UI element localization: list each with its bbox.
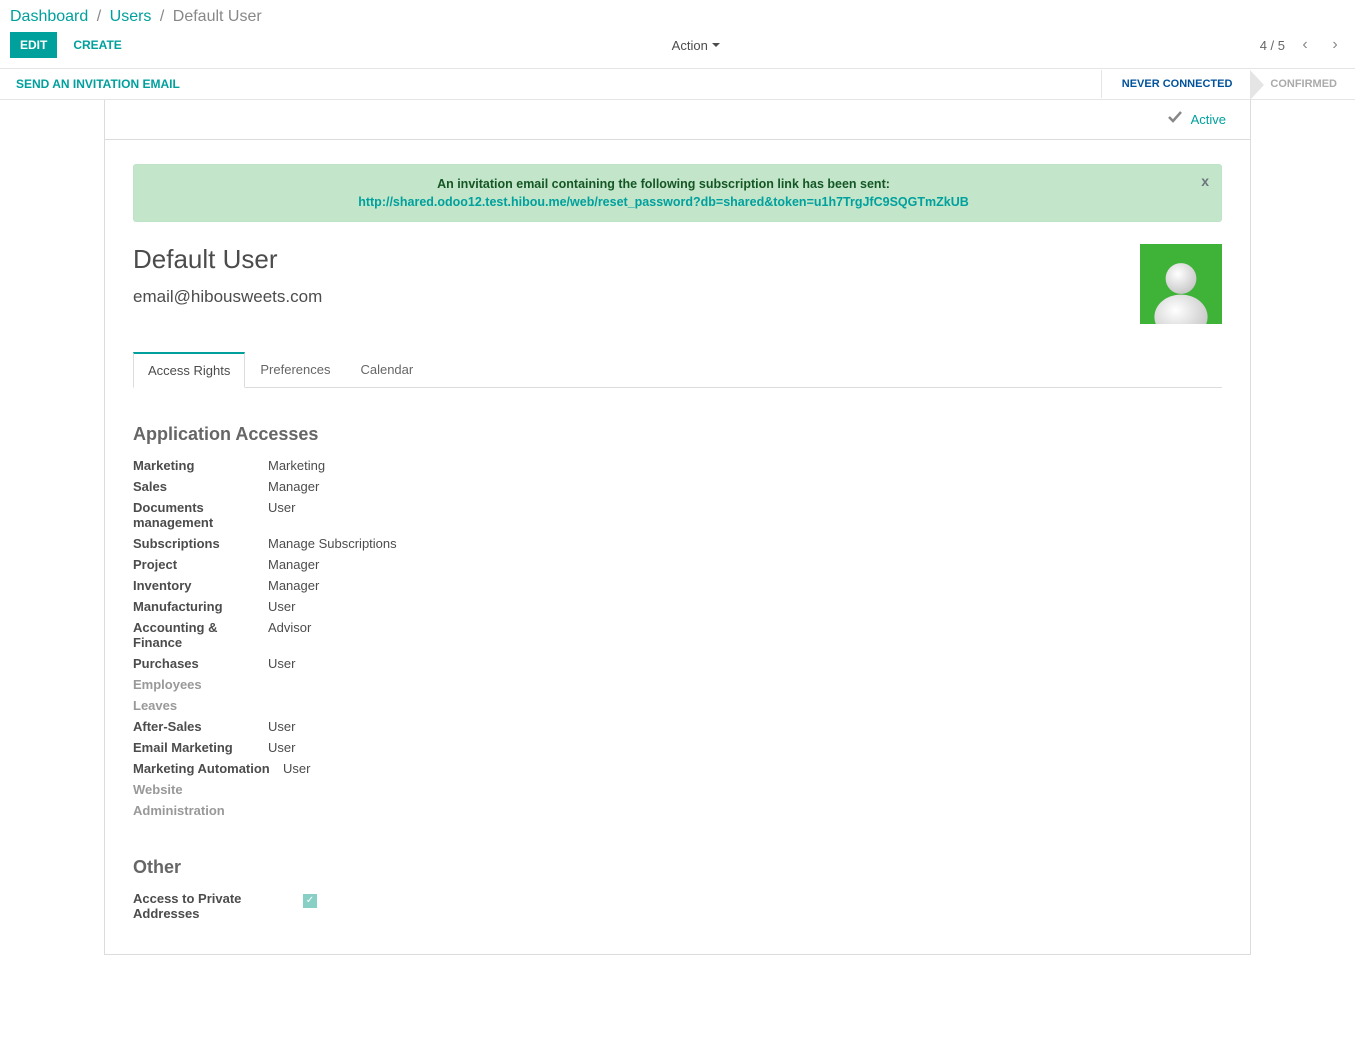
active-label: Active (1191, 112, 1226, 127)
invitation-link[interactable]: http://shared.odoo12.test.hibou.me/web/r… (146, 195, 1181, 209)
check-icon (1167, 110, 1183, 129)
breadcrumb-sep: / (97, 8, 101, 25)
label-documents: Documents management (133, 500, 268, 530)
value-sales: Manager (268, 479, 319, 494)
label-email-marketing: Email Marketing (133, 740, 268, 755)
action-label: Action (672, 38, 708, 53)
value-subscriptions: Manage Subscriptions (268, 536, 397, 551)
user-email: email@hibousweets.com (133, 287, 322, 307)
breadcrumb-sep: / (160, 8, 164, 25)
breadcrumb-dashboard[interactable]: Dashboard (10, 8, 88, 25)
value-inventory: Manager (268, 578, 319, 593)
user-name: Default User (133, 244, 322, 275)
section-app-accesses: Application Accesses (133, 424, 1222, 445)
breadcrumb-users[interactable]: Users (110, 8, 152, 25)
form-sheet: Active An invitation email containing th… (104, 100, 1251, 955)
status-confirmed[interactable]: Confirmed (1250, 70, 1355, 98)
pager-text: 4 / 5 (1260, 38, 1285, 53)
action-dropdown[interactable]: Action (672, 38, 720, 53)
avatar[interactable] (1140, 244, 1222, 324)
label-website: Website (133, 782, 268, 797)
tab-calendar[interactable]: Calendar (345, 352, 428, 388)
caret-down-icon (712, 43, 720, 47)
label-administration: Administration (133, 803, 268, 818)
value-aftersales: User (268, 719, 295, 734)
label-marketing: Marketing (133, 458, 268, 473)
tabs: Access Rights Preferences Calendar (133, 352, 1222, 388)
pager-next-button[interactable]: › (1325, 36, 1345, 54)
label-manufacturing: Manufacturing (133, 599, 268, 614)
value-manufacturing: User (268, 599, 295, 614)
value-accounting: Advisor (268, 620, 311, 650)
label-private-addresses: Access to Private Addresses (133, 891, 303, 921)
value-purchases: User (268, 656, 295, 671)
label-purchases: Purchases (133, 656, 268, 671)
breadcrumb-current: Default User (173, 8, 262, 25)
send-invitation-button[interactable]: Send an Invitation Email (16, 69, 180, 99)
invitation-alert: An invitation email containing the follo… (133, 164, 1222, 222)
label-accounting: Accounting & Finance (133, 620, 268, 650)
status-bar: Send an Invitation Email Never Connected… (0, 69, 1355, 100)
control-panel: Edit Create Action 4 / 5 ‹ › (0, 26, 1355, 69)
label-aftersales: After-Sales (133, 719, 268, 734)
edit-button[interactable]: Edit (10, 32, 57, 58)
label-employees: Employees (133, 677, 268, 692)
active-badge[interactable]: Active (105, 100, 1250, 140)
label-project: Project (133, 557, 268, 572)
label-subscriptions: Subscriptions (133, 536, 268, 551)
label-leaves: Leaves (133, 698, 268, 713)
alert-text: An invitation email containing the follo… (437, 177, 890, 191)
section-other: Other (133, 857, 1222, 878)
value-marketing: Marketing (268, 458, 325, 473)
value-documents: User (268, 500, 295, 530)
tab-access-rights[interactable]: Access Rights (133, 352, 245, 388)
value-project: Manager (268, 557, 319, 572)
label-inventory: Inventory (133, 578, 268, 593)
alert-close-button[interactable]: x (1201, 173, 1209, 189)
status-never-connected[interactable]: Never Connected (1101, 70, 1251, 98)
create-button[interactable]: Create (63, 32, 131, 58)
label-marketing-automation: Marketing Automation (133, 761, 283, 776)
value-marketing-automation: User (283, 761, 310, 776)
checkbox-private-addresses[interactable]: ✓ (303, 894, 317, 908)
pager-prev-button[interactable]: ‹ (1295, 36, 1315, 54)
avatar-placeholder-icon (1146, 254, 1216, 324)
breadcrumb: Dashboard / Users / Default User (0, 0, 1355, 26)
label-sales: Sales (133, 479, 268, 494)
tab-preferences[interactable]: Preferences (245, 352, 345, 388)
value-email-marketing: User (268, 740, 295, 755)
